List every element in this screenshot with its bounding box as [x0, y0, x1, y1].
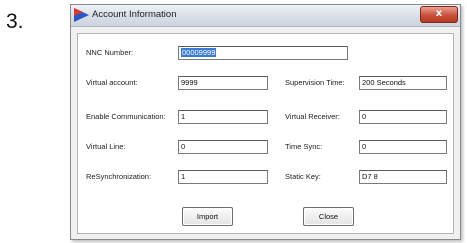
close-button[interactable]: Close [303, 207, 354, 226]
enable-communication-field[interactable]: 1 [178, 110, 268, 124]
dialog-body: NNC Number: 00009999 Virtual account: 99… [77, 33, 454, 234]
virtual-receiver-field[interactable]: 0 [359, 110, 447, 124]
supervision-time-field[interactable]: 200 Seconds [359, 76, 447, 90]
virtual-line-field[interactable]: 0 [178, 140, 268, 154]
nnc-number-value: 00009999 [181, 48, 217, 57]
virtual-line-label: Virtual Line: [86, 142, 126, 151]
close-window-button[interactable]: x [420, 6, 458, 23]
time-sync-label: Time Sync: [285, 142, 323, 151]
nnc-number-field[interactable]: 00009999 [178, 46, 348, 60]
window-title: Account Information [92, 9, 177, 20]
resynchronization-field[interactable]: 1 [178, 170, 268, 184]
import-button[interactable]: Import [182, 207, 233, 226]
title-bar[interactable]: Account Information x [71, 5, 460, 27]
account-information-dialog: Account Information x NNC Number: 000099… [70, 4, 461, 240]
app-icon [74, 8, 89, 22]
step-number: 3. [6, 10, 24, 33]
resynchronization-label: ReSynchronization: [86, 172, 152, 181]
virtual-account-field[interactable]: 9999 [178, 76, 268, 90]
time-sync-field[interactable]: 0 [359, 140, 447, 154]
supervision-time-label: Supervision Time: [285, 78, 345, 87]
static-key-label: Static Key: [285, 172, 321, 181]
nnc-number-label: NNC Number: [86, 48, 134, 57]
enable-communication-label: Enable Communication: [86, 112, 166, 121]
virtual-receiver-label: Virtual Receiver: [285, 112, 340, 121]
virtual-account-label: Virtual account: [86, 78, 138, 87]
static-key-field[interactable]: D7 8 [359, 170, 447, 184]
